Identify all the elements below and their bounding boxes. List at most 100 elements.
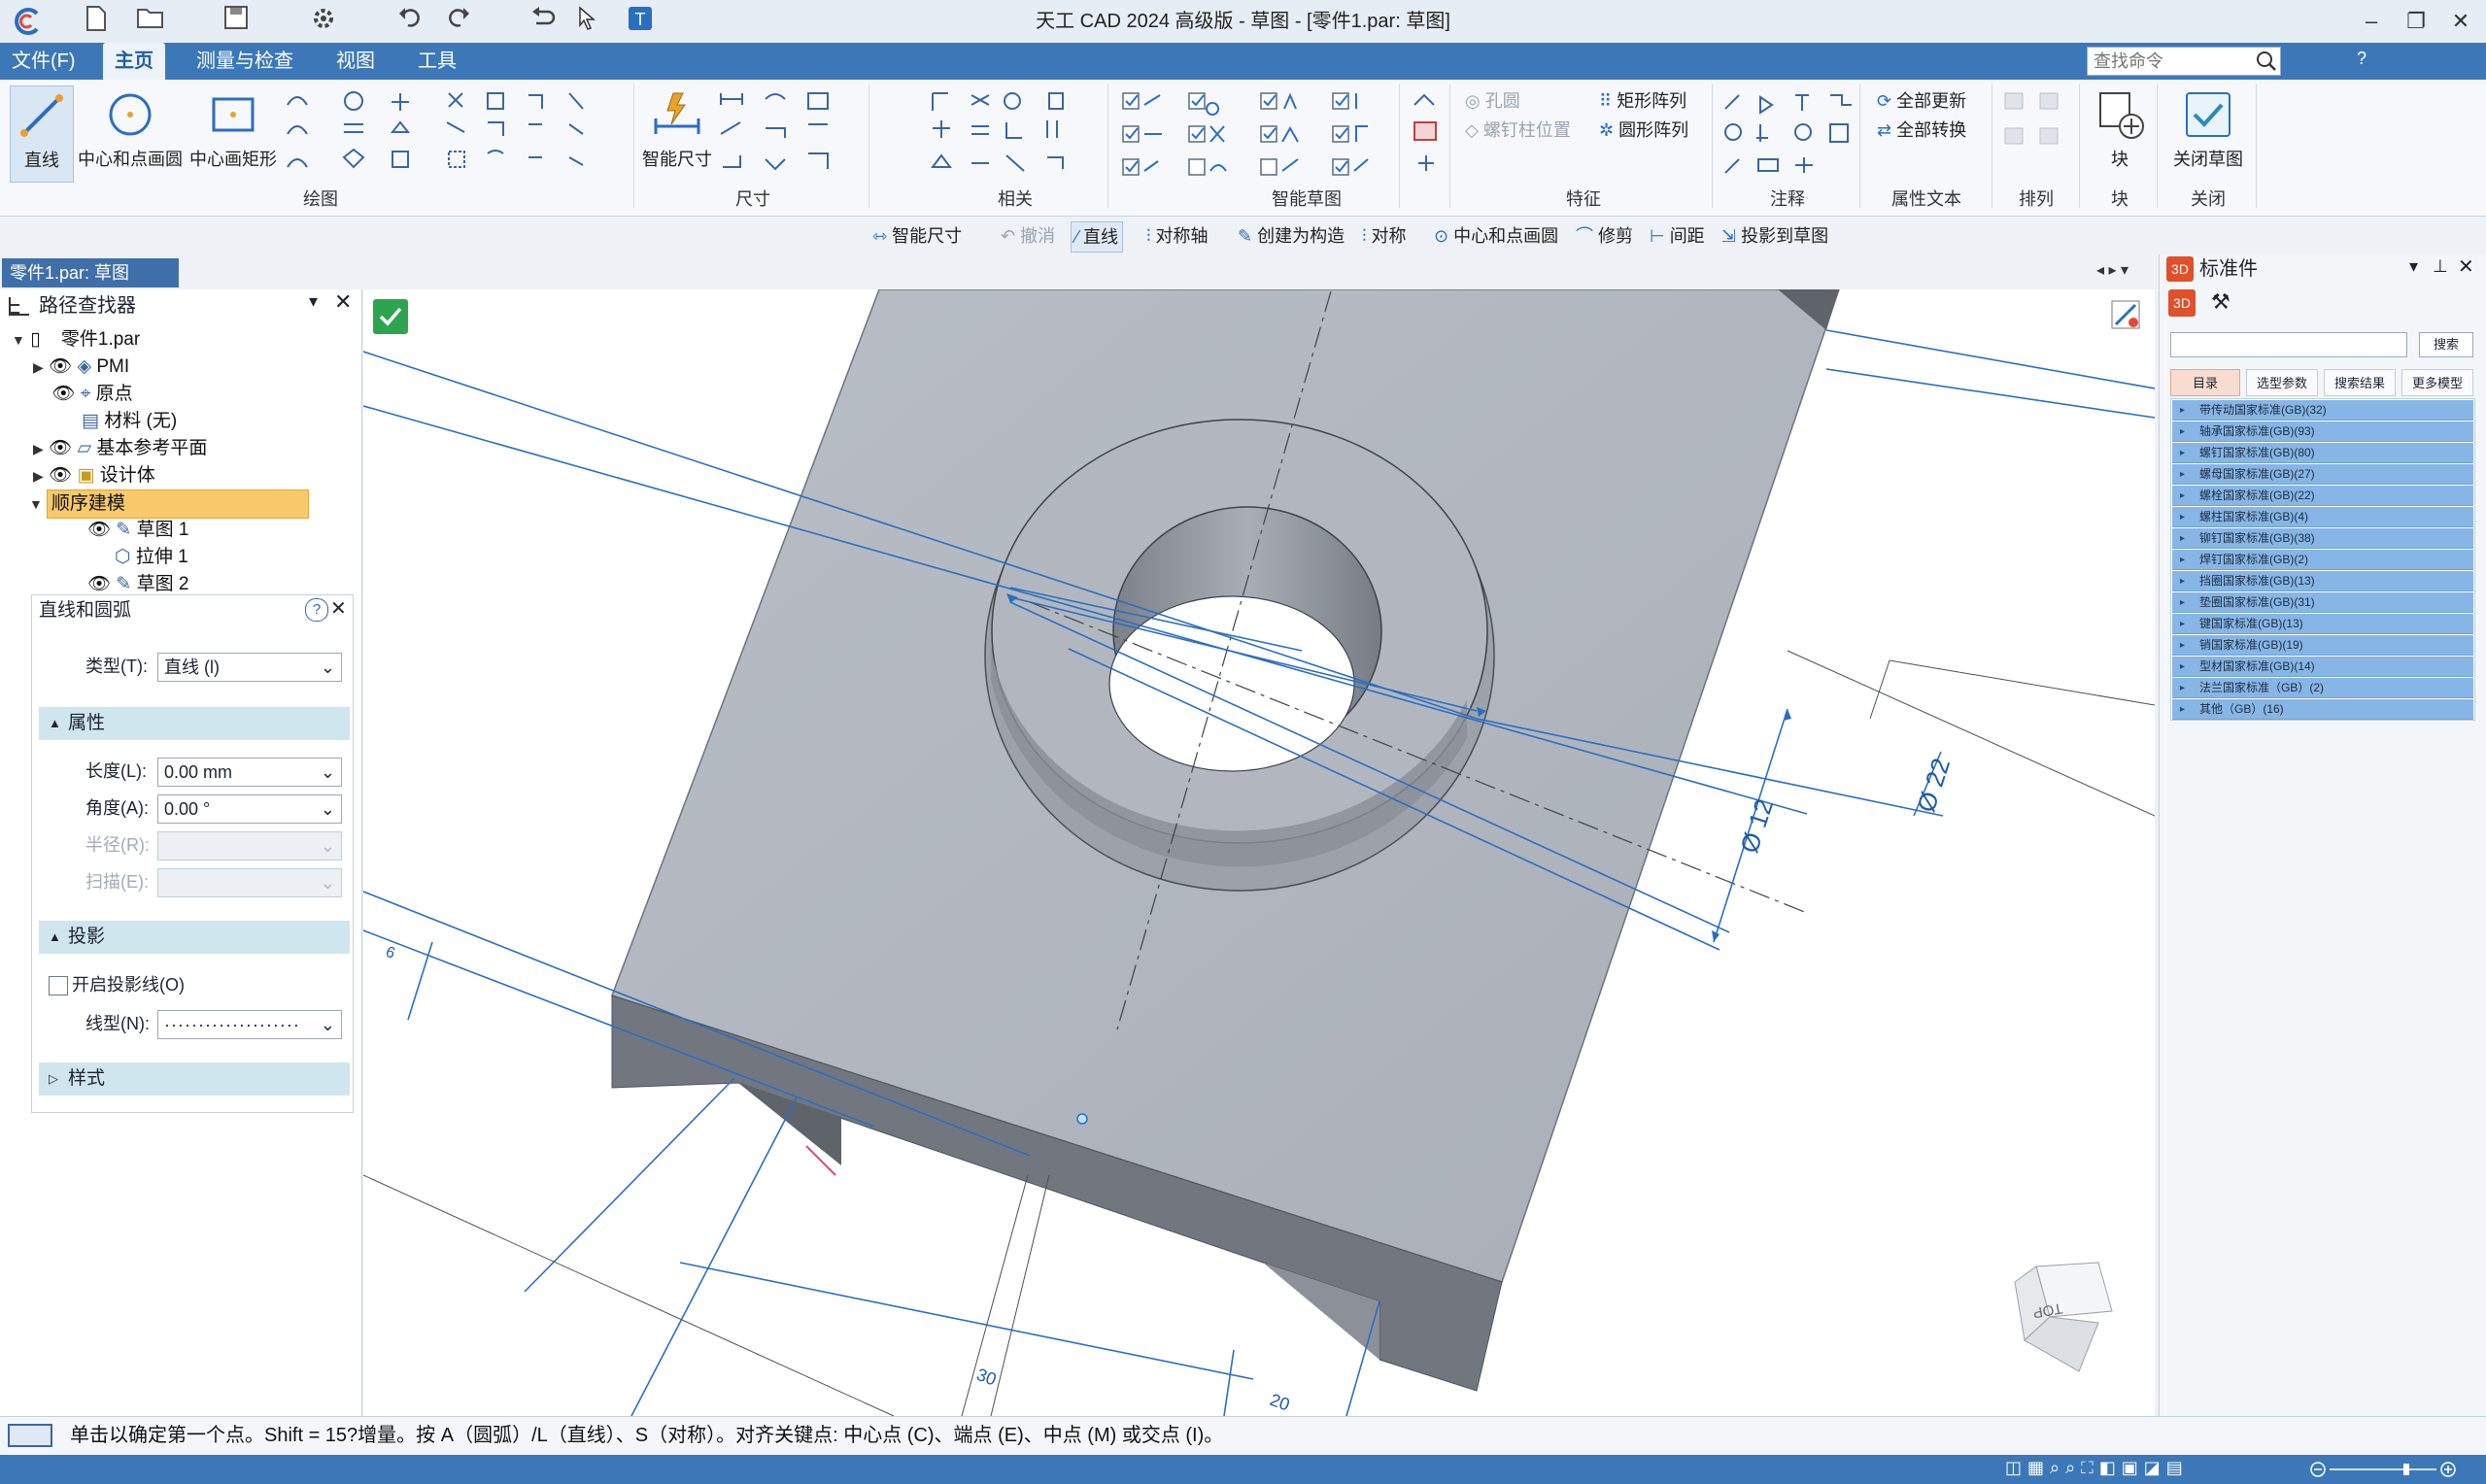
hammer-tool-icon[interactable]: ⚒ [2211, 289, 2231, 315]
tree-item-sketch1[interactable]: 👁 ✎ 草图 1 [87, 517, 188, 544]
category-item[interactable]: 键国家标准(GB)(13) [2172, 614, 2473, 634]
section-attributes[interactable]: ▲ 属性 [39, 707, 350, 740]
category-item[interactable]: 焊钉国家标准(GB)(2) [2172, 550, 2473, 570]
cmd-construction[interactable]: ✎ 创建为构造 [1238, 221, 1345, 251]
open-file-icon[interactable] [136, 6, 165, 37]
sketch-tools-column[interactable] [1409, 89, 1447, 179]
tree-item-ref-planes[interactable]: ▶ 👁 ▱ 基本参考平面 [33, 435, 207, 462]
cmd-line[interactable]: ⁄ 直线 [1071, 221, 1124, 253]
length-input[interactable]: 0.00 mm ⌄ [157, 758, 342, 787]
view-cube[interactable]: TOP [2014, 1262, 2113, 1372]
help-icon[interactable]: ? [305, 598, 328, 622]
new-file-icon[interactable] [82, 6, 111, 37]
category-item[interactable]: 螺母国家标准(GB)(27) [2172, 464, 2473, 485]
tab-view[interactable]: 视图 [324, 43, 387, 80]
projection-checkbox[interactable] [49, 976, 68, 995]
text-tool-icon[interactable]: T [626, 6, 655, 37]
center-rect-button[interactable]: 中心画矩形 [187, 85, 280, 183]
cmd-project[interactable]: ⇲ 投影到草图 [1721, 221, 1828, 251]
cmd-symmetric[interactable]: ⫶ 对称 [1362, 221, 1407, 251]
restore-button[interactable]: ❐ [2396, 4, 2436, 39]
category-item[interactable]: 轴承国家标准(GB)(93) [2172, 422, 2473, 442]
pane-menu-icon[interactable]: ▾ [2409, 256, 2418, 277]
section-style[interactable]: ▷ 样式 [39, 1062, 350, 1096]
category-item[interactable]: 型材国家标准(GB)(14) [2172, 657, 2473, 677]
category-item[interactable]: 螺柱国家标准(GB)(4) [2172, 507, 2473, 527]
pathfinder-menu-icon[interactable]: ▾ [309, 291, 318, 312]
rect-array-button[interactable]: ⠿ 矩形阵列 [1599, 89, 1686, 113]
category-item[interactable]: 铆钉国家标准(GB)(38) [2172, 528, 2473, 549]
properties-close-icon[interactable]: ✕ [330, 596, 347, 621]
category-item[interactable]: 销国家标准(GB)(19) [2172, 635, 2473, 656]
tree-item-extrude1[interactable]: ⬡ 拉伸 1 [115, 544, 188, 571]
cmd-smart-dimension[interactable]: ⇿ 智能尺寸 [872, 221, 962, 251]
tab-catalog[interactable]: 目录 [2170, 369, 2240, 396]
tab-home[interactable]: 主页 [103, 43, 165, 80]
tab-search-results[interactable]: 搜索结果 [2324, 369, 2396, 396]
close-sketch-button[interactable]: 关闭草图 [2162, 85, 2254, 183]
angle-input[interactable]: 0.00 ° ⌄ [157, 794, 342, 824]
document-tab[interactable]: 零件1.par: 草图 [2, 258, 179, 287]
block-button[interactable]: 块 [2089, 85, 2151, 183]
cmd-spacing[interactable]: ⊢ 间距 [1650, 221, 1705, 251]
section-projection[interactable]: ▲ 投影 [39, 921, 350, 954]
linetype-select[interactable]: ···················· ⌄ [157, 1010, 342, 1039]
settings-gear-icon[interactable] [309, 6, 338, 37]
minimize-button[interactable]: – [2351, 4, 2392, 39]
type-select[interactable]: 直线 (l) ⌄ [157, 653, 342, 682]
parts-search-button[interactable]: 搜索 [2419, 332, 2473, 357]
tab-tools[interactable]: 工具 [406, 43, 468, 80]
category-item[interactable]: 垫圈国家标准(GB)(31) [2172, 592, 2473, 613]
dim-label-30[interactable]: 30 [974, 1365, 1000, 1390]
sketch-view-icon[interactable] [2110, 299, 2141, 330]
circ-array-button[interactable]: ✲ 圆形阵列 [1599, 118, 1688, 142]
line-tool-button[interactable]: 直线 [10, 85, 74, 183]
undo-icon[interactable] [396, 6, 426, 37]
pathfinder-close-icon[interactable]: ✕ [334, 289, 352, 315]
category-item[interactable]: 挡圈国家标准(GB)(13) [2172, 571, 2473, 591]
tab-selection-params[interactable]: 选型参数 [2246, 369, 2318, 396]
select-arrow-icon[interactable] [573, 6, 602, 37]
update-all-button[interactable]: ⟳ 全部更新 [1877, 89, 1966, 113]
help-icon[interactable]: ? [2357, 49, 2367, 69]
cmd-trim[interactable]: ⌒ 修剪 [1576, 221, 1633, 251]
convert-all-button[interactable]: ⇄ 全部转换 [1877, 118, 1966, 142]
tree-root[interactable]: ▼ ▯ 零件1.par [12, 326, 140, 354]
tree-item-design-body[interactable]: ▶ 👁 ▣ 设计体 [33, 462, 155, 489]
annotation-small-tools[interactable] [1721, 89, 1857, 179]
prompt-bar-icon[interactable] [8, 1424, 52, 1447]
tree-item-ordered[interactable]: ▼ 顺序建模 [29, 489, 321, 519]
category-item[interactable]: 其他（GB）(16) [2172, 699, 2473, 720]
category-item[interactable]: 螺钉国家标准(GB)(80) [2172, 443, 2473, 463]
view-controls-icons[interactable]: ◫▦⌕⌕⛶◧▣◪▤ [2005, 1458, 2297, 1481]
dim-label-20[interactable]: 20 [1268, 1390, 1293, 1415]
tab-measure[interactable]: 测量与检查 [185, 43, 305, 80]
tab-file[interactable]: 文件(F) [0, 43, 87, 80]
save-icon[interactable] [221, 6, 251, 37]
tree-item-pmi[interactable]: ▶ 👁 ◈ PMI [33, 354, 129, 381]
dim-label-6[interactable]: 6 [384, 944, 397, 962]
search-icon[interactable] [2256, 51, 2277, 77]
dim-label-d12[interactable]: Ø 12 [1734, 795, 1779, 857]
category-item[interactable]: 螺栓国家标准(GB)(22) [2172, 486, 2473, 506]
smart-sketch-options[interactable] [1119, 89, 1391, 179]
smart-dimension-button[interactable]: 智能尺寸 [637, 85, 717, 183]
pin-icon[interactable]: ⊥ [2433, 256, 2448, 277]
tree-item-origin[interactable]: 👁 ⌖ 原点 [33, 381, 132, 408]
zoom-slider[interactable] [2310, 1462, 2456, 1477]
redo-icon[interactable] [443, 6, 472, 37]
center-circle-button[interactable]: 中心和点画圆 [78, 85, 183, 183]
accept-checkmark-button[interactable] [373, 299, 408, 334]
category-item[interactable]: 法兰国家标准（GB）(2) [2172, 678, 2473, 698]
tab-nav-arrows-icon[interactable]: ◂ ▸ ▾ [2096, 260, 2128, 280]
back-icon[interactable] [528, 6, 558, 37]
app-logo-icon[interactable] [10, 6, 45, 37]
cmd-undo[interactable]: ↶ 撤消 [1001, 221, 1055, 251]
3d-viewport[interactable]: Ø 12 Ø 22 6 30 20 TOP [363, 289, 2155, 1416]
close-window-button[interactable]: ✕ [2440, 4, 2481, 39]
cmd-symmetry-axis[interactable]: ⫶ 对称轴 [1146, 221, 1209, 251]
category-item[interactable]: 带传动国家标准(GB)(32) [2172, 400, 2473, 421]
dim-label-d22[interactable]: Ø 22 [1911, 755, 1956, 816]
pane-close-icon[interactable]: ✕ [2458, 254, 2474, 279]
tree-item-material[interactable]: ▤ 材料 (无) [33, 408, 177, 435]
